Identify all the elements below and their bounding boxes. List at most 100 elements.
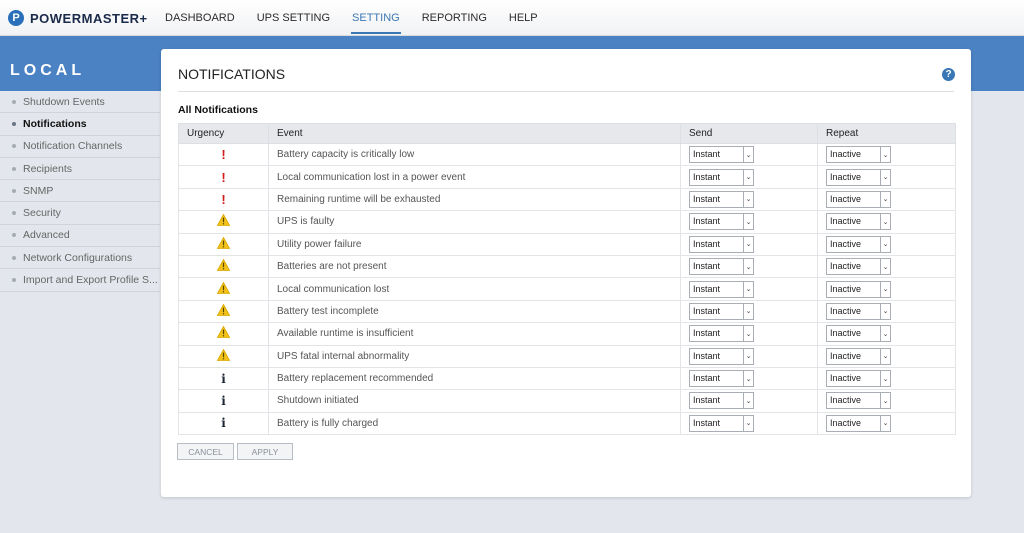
urgency-cell: i <box>178 366 269 391</box>
send-select[interactable]: Instant ⌄ <box>689 213 754 231</box>
table-row: Local communication lost Instant ⌄ Inactive… <box>178 277 956 301</box>
warning-triangle-icon <box>216 258 231 274</box>
repeat-select[interactable]: Inactive ⌄ <box>826 280 891 298</box>
repeat-select[interactable]: Inactive ⌄ <box>826 258 891 276</box>
send-select[interactable]: Instant ⌄ <box>689 280 754 298</box>
send-select-value: Instant <box>693 328 721 339</box>
form-actions: CANCEL APPLY <box>177 443 293 460</box>
repeat-cell: Inactive ⌄ <box>817 411 956 436</box>
repeat-select[interactable]: Inactive ⌄ <box>826 168 891 186</box>
repeat-select[interactable]: Inactive ⌄ <box>826 235 891 253</box>
send-select[interactable]: Instant ⌄ <box>689 168 754 186</box>
send-select[interactable]: Instant ⌄ <box>689 146 754 164</box>
urgency-cell <box>178 232 269 256</box>
sidebar-item-label: Notifications <box>23 117 87 130</box>
bullet-icon <box>12 233 16 238</box>
repeat-select[interactable]: Inactive ⌄ <box>826 325 891 343</box>
table-row: Battery test incomplete Instant ⌄ Inactive ⌄ <box>178 299 956 324</box>
nav-item-help[interactable]: HELP <box>498 0 549 36</box>
send-select[interactable]: Instant ⌄ <box>689 347 754 365</box>
event-cell: Battery replacement recommended <box>268 366 681 391</box>
sidebar-item-recipients[interactable]: Recipients <box>0 158 160 181</box>
urgency-cell <box>178 299 269 324</box>
repeat-select[interactable]: Inactive ⌄ <box>826 213 891 231</box>
nav-item-ups-setting[interactable]: UPS SETTING <box>246 0 341 36</box>
send-select-value: Instant <box>693 417 721 428</box>
event-cell: Battery capacity is critically low <box>268 142 681 167</box>
repeat-select[interactable]: Inactive ⌄ <box>826 392 891 410</box>
send-select-value: Instant <box>693 373 721 384</box>
sidebar-item-label: Advanced <box>23 229 70 242</box>
repeat-cell: Inactive ⌄ <box>817 299 956 324</box>
help-icon[interactable]: ? <box>942 68 955 81</box>
send-select[interactable]: Instant ⌄ <box>689 235 754 253</box>
send-select[interactable]: Instant ⌄ <box>689 302 754 320</box>
repeat-select[interactable]: Inactive ⌄ <box>826 370 891 388</box>
notifications-panel: NOTIFICATIONS ? All Notifications Urgenc… <box>161 49 971 497</box>
notifications-table-wrapper: Urgency Event Send Repeat ! Battery capac… <box>178 123 956 436</box>
sidebar-item-notification-channels[interactable]: Notification Channels <box>0 136 160 158</box>
send-select-value: Instant <box>693 149 721 160</box>
bullet-icon <box>12 255 16 260</box>
send-select[interactable]: Instant ⌄ <box>689 414 754 432</box>
send-select[interactable]: Instant ⌄ <box>689 325 754 343</box>
repeat-select[interactable]: Inactive ⌄ <box>826 302 891 320</box>
event-cell: Shutdown initiated <box>268 389 681 413</box>
logo[interactable]: P POWERMASTER+ <box>8 8 148 28</box>
nav-item-setting[interactable]: SETTING <box>341 0 411 36</box>
nav-item-reporting[interactable]: REPORTING <box>411 0 498 36</box>
event-cell: Batteries are not present <box>268 254 681 279</box>
bullet-icon <box>12 144 16 149</box>
repeat-select-value: Inactive <box>830 305 862 316</box>
cancel-button[interactable]: CANCEL <box>177 443 234 460</box>
chevron-down-icon: ⌄ <box>743 415 753 431</box>
chevron-down-icon: ⌄ <box>743 393 753 409</box>
send-select[interactable]: Instant ⌄ <box>689 370 754 388</box>
sidebar: Shutdown Events Notifications Notification… <box>0 91 160 292</box>
powermaster-logo-icon: P <box>8 10 24 26</box>
apply-button[interactable]: APPLY <box>237 443 293 460</box>
repeat-select-value: Inactive <box>830 395 862 406</box>
chevron-down-icon: ⌄ <box>880 281 890 297</box>
repeat-select-value: Inactive <box>830 417 862 428</box>
send-select-value: Instant <box>693 238 721 249</box>
repeat-select[interactable]: Inactive ⌄ <box>826 190 891 208</box>
table-row: i Battery is fully charged Instant ⌄ Inactiv… <box>178 411 956 436</box>
sidebar-item-import-and-export-profile-s[interactable]: Import and Export Profile S... <box>0 269 160 292</box>
chevron-down-icon: ⌄ <box>880 303 890 319</box>
chevron-down-icon: ⌄ <box>880 348 890 364</box>
chevron-down-icon: ⌄ <box>743 326 753 342</box>
event-cell: Available runtime is insufficient <box>268 322 681 346</box>
chevron-down-icon: ⌄ <box>743 147 753 163</box>
repeat-select[interactable]: Inactive ⌄ <box>826 414 891 432</box>
table-row: Available runtime is insufficient Instant… <box>178 322 956 346</box>
repeat-cell: Inactive ⌄ <box>817 389 956 413</box>
sidebar-item-label: Import and Export Profile S... <box>23 274 158 287</box>
event-cell: UPS is faulty <box>268 210 681 234</box>
send-cell: Instant ⌄ <box>680 411 818 436</box>
repeat-select-value: Inactive <box>830 283 862 294</box>
repeat-cell: Inactive ⌄ <box>817 165 956 189</box>
repeat-cell: Inactive ⌄ <box>817 210 956 234</box>
nav-item-dashboard[interactable]: DASHBOARD <box>154 0 246 36</box>
sidebar-item-label: Shutdown Events <box>23 95 105 108</box>
sidebar-item-snmp[interactable]: SNMP <box>0 180 160 203</box>
sidebar-item-notifications[interactable]: Notifications <box>0 113 160 136</box>
sidebar-item-network-configurations[interactable]: Network Configurations <box>0 247 160 270</box>
column-header-urgency: Urgency <box>178 123 269 144</box>
table-row: ! Local communication lost in a power eve… <box>178 165 956 189</box>
urgency-cell <box>178 210 269 234</box>
sidebar-item-advanced[interactable]: Advanced <box>0 225 160 248</box>
send-select[interactable]: Instant ⌄ <box>689 190 754 208</box>
repeat-cell: Inactive ⌄ <box>817 344 956 368</box>
notifications-table: Urgency Event Send Repeat ! Battery capac… <box>178 123 956 436</box>
repeat-select[interactable]: Inactive ⌄ <box>826 347 891 365</box>
table-row: i Battery replacement recommended Instant ⌄… <box>178 366 956 391</box>
table-row: ! Remaining runtime will be exhausted Inst… <box>178 187 956 212</box>
sidebar-item-security[interactable]: Security <box>0 202 160 225</box>
sidebar-item-shutdown-events[interactable]: Shutdown Events <box>0 91 160 114</box>
repeat-select[interactable]: Inactive ⌄ <box>826 146 891 164</box>
chevron-down-icon: ⌄ <box>743 191 753 207</box>
send-select[interactable]: Instant ⌄ <box>689 392 754 410</box>
send-select[interactable]: Instant ⌄ <box>689 258 754 276</box>
